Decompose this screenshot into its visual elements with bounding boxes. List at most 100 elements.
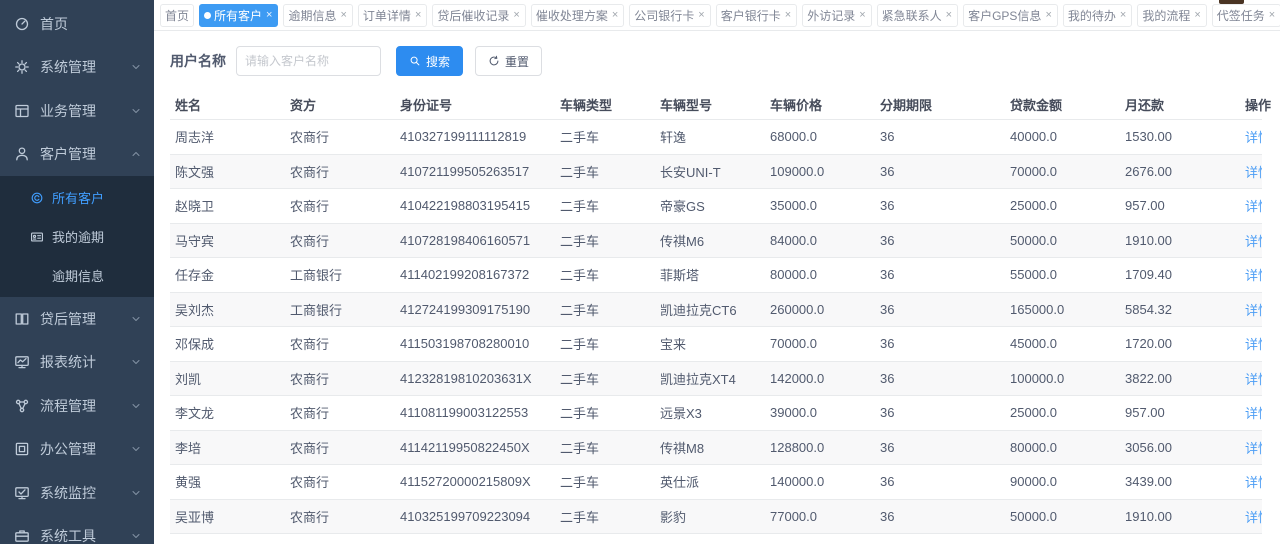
submenu-item-label: 我的逾期 [52, 227, 104, 246]
tab-label: 订单详情 [363, 7, 411, 24]
table-row: 黄强 农商行 41152720000215809X 二手车 英仕派 140000… [170, 465, 1262, 500]
column-header: 分期期限 [875, 95, 1005, 114]
sidebar-item[interactable]: 贷后管理 [0, 297, 154, 341]
cell-vehicle-model: 凯迪拉克XT4 [655, 369, 765, 388]
tab-close-icon[interactable]: × [1044, 10, 1052, 21]
sidebar-item-label: 客户管理 [40, 144, 96, 164]
tab[interactable]: 所有客户 × [199, 4, 278, 27]
detail-link[interactable]: 详情 [1245, 199, 1262, 214]
sidebar-item[interactable]: 业务管理 [0, 89, 154, 133]
tab[interactable]: 逾期信息 × [283, 4, 352, 27]
cell-name: 马守宾 [170, 231, 285, 250]
sidebar-item[interactable]: 系统管理 [0, 46, 154, 90]
cell-installments: 36 [875, 198, 1005, 213]
tab[interactable]: 代签任务 × [1212, 4, 1280, 27]
cell-funder: 农商行 [285, 162, 395, 181]
search-button-label: 搜索 [426, 53, 450, 70]
detail-link[interactable]: 详情 [1245, 510, 1262, 525]
sidebar-item[interactable]: 系统监控 [0, 471, 154, 515]
sidebar-item[interactable]: 客户管理 [0, 133, 154, 177]
tab-close-icon[interactable]: × [945, 10, 953, 21]
monitor-icon [14, 485, 30, 501]
detail-link[interactable]: 详情 [1245, 372, 1262, 387]
tab[interactable]: 外访记录 × [802, 4, 871, 27]
tab[interactable]: 客户银行卡 × [716, 4, 797, 27]
cell-name: 邓保成 [170, 334, 285, 353]
cell-vehicle-price: 84000.0 [765, 233, 875, 248]
sidebar-item[interactable]: 系统工具 [0, 515, 154, 544]
detail-link[interactable]: 详情 [1245, 303, 1262, 318]
tab-close-icon[interactable]: × [1193, 10, 1201, 21]
customer-submenu: 所有客户 我的逾期 逾期信息 [0, 176, 154, 297]
submenu-item[interactable]: 我的逾期 [0, 217, 154, 256]
tab-close-icon[interactable]: × [697, 10, 705, 21]
cell-action: 详情 [1240, 127, 1262, 146]
tab[interactable]: 客户GPS信息 × [963, 4, 1058, 27]
chart-icon [14, 354, 30, 370]
cell-name: 陈文强 [170, 162, 285, 181]
tab-close-icon[interactable]: × [611, 10, 619, 21]
column-header: 车辆型号 [655, 95, 765, 114]
sidebar-item[interactable]: 首页 [0, 2, 154, 46]
tab-close-icon[interactable]: × [512, 10, 520, 21]
tab-close-icon[interactable]: × [265, 10, 273, 21]
tab-close-icon[interactable]: × [414, 10, 422, 21]
submenu-item[interactable]: 逾期信息 [0, 256, 154, 295]
customer-name-input[interactable] [236, 46, 381, 76]
cell-vehicle-model: 轩逸 [655, 127, 765, 146]
cell-loan-amount: 100000.0 [1005, 371, 1120, 386]
tab-close-icon[interactable]: × [1119, 10, 1127, 21]
chevron-up-icon [130, 148, 142, 160]
table-body: 周志洋 农商行 410327199111112819 二手车 轩逸 68000.… [170, 120, 1262, 544]
cell-loan-amount: 80000.0 [1005, 440, 1120, 455]
detail-link[interactable]: 详情 [1245, 406, 1262, 421]
detail-link[interactable]: 详情 [1245, 337, 1262, 352]
cell-name: 李培 [170, 438, 285, 457]
cell-installments: 36 [875, 509, 1005, 524]
tab-close-icon[interactable]: × [1268, 10, 1276, 21]
cell-vehicle-price: 109000.0 [765, 164, 875, 179]
cell-monthly-payment: 3056.00 [1120, 440, 1240, 455]
tab[interactable]: 催收处理方案 × [531, 4, 624, 27]
tab[interactable]: 我的流程 × [1137, 4, 1206, 27]
tab-close-icon[interactable]: × [784, 10, 792, 21]
search-button[interactable]: 搜索 [396, 46, 463, 76]
customers-table: 姓名资方身份证号车辆类型车辆型号车辆价格分期期限贷款金额月还款操作 周志洋 农商… [170, 90, 1262, 544]
cell-loan-amount: 70000.0 [1005, 164, 1120, 179]
detail-link[interactable]: 详情 [1245, 441, 1262, 456]
cell-name: 吴亚博 [170, 507, 285, 526]
reset-button[interactable]: 重置 [475, 46, 542, 76]
tab[interactable]: 首页 [160, 4, 194, 27]
table-row: 陈文强 农商行 410721199505263517 二手车 长安UNI-T 1… [170, 155, 1262, 190]
tab[interactable]: 公司银行卡 × [629, 4, 710, 27]
tab[interactable]: 订单详情 × [358, 4, 427, 27]
cell-name: 李文龙 [170, 403, 285, 422]
sidebar-item-label: 系统管理 [40, 57, 96, 77]
cell-vehicle-type: 二手车 [555, 334, 655, 353]
cell-id-number: 410721199505263517 [395, 164, 555, 179]
tab-close-icon[interactable]: × [339, 10, 347, 21]
sidebar-item[interactable]: 办公管理 [0, 428, 154, 472]
tab[interactable]: 我的待办 × [1063, 4, 1132, 27]
avatar-fragment [1219, 0, 1244, 4]
cell-funder: 农商行 [285, 127, 395, 146]
detail-link[interactable]: 详情 [1245, 234, 1262, 249]
cell-action: 详情 [1240, 403, 1262, 422]
office-icon [14, 441, 30, 457]
sidebar-item[interactable]: 流程管理 [0, 384, 154, 428]
detail-link[interactable]: 详情 [1245, 165, 1262, 180]
tab[interactable]: 紧急联系人 × [877, 4, 958, 27]
sidebar: 首页 系统管理 业务管理 客户管理 所有客户 我的逾期 [0, 0, 154, 544]
tab-close-icon[interactable]: × [858, 10, 866, 21]
cell-vehicle-model: 传祺M8 [655, 438, 765, 457]
tab[interactable]: 贷后催收记录 × [432, 4, 525, 27]
sidebar-item-label: 首页 [40, 14, 68, 34]
cell-id-number: 411503198708280010 [395, 336, 555, 351]
detail-link[interactable]: 详情 [1245, 268, 1262, 283]
cell-vehicle-type: 二手车 [555, 472, 655, 491]
sidebar-item[interactable]: 报表统计 [0, 341, 154, 385]
cell-vehicle-model: 远景X3 [655, 403, 765, 422]
submenu-item[interactable]: 所有客户 [0, 178, 154, 217]
detail-link[interactable]: 详情 [1245, 475, 1262, 490]
detail-link[interactable]: 详情 [1245, 130, 1262, 145]
